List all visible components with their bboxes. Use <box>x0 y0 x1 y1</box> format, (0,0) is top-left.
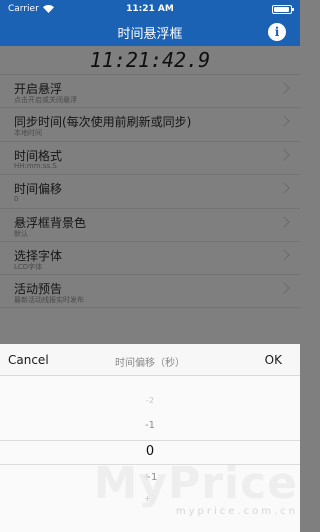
setting-subtitle: 点击开启或关闭悬浮 <box>14 96 77 104</box>
clock-time: 11:21:42.9 <box>89 48 211 72</box>
chevron-right-icon <box>278 282 290 295</box>
chevron-right-icon <box>278 149 290 161</box>
chevron-right-icon <box>278 249 290 261</box>
picker-selected-option[interactable]: 0 <box>0 444 300 459</box>
setting-row-events[interactable]: 活动预告 最新活动线报实时发布 <box>0 274 300 308</box>
setting-row-time-offset[interactable]: 时间偏移 0 <box>0 174 300 207</box>
picker-toolbar: Cancel 时间偏移（秒） OK <box>0 344 300 376</box>
settings-list: 开启悬浮 点击开启或关闭悬浮 同步时间(每次使用前刷新或同步) 本地时间 时间格… <box>0 74 300 308</box>
chevron-right-icon <box>278 82 290 94</box>
selection-divider <box>0 440 300 441</box>
picker-option[interactable]: +2 <box>0 494 300 503</box>
page-title: 时间悬浮框 <box>117 26 183 42</box>
setting-row-float-toggle[interactable]: 开启悬浮 点击开启或关闭悬浮 <box>0 74 300 107</box>
status-bar: Carrier 11:21 AM <box>0 0 300 18</box>
chevron-right-icon <box>278 182 290 194</box>
ok-button[interactable]: OK <box>265 353 282 367</box>
picker-option[interactable]: -1 <box>0 420 300 431</box>
navigation-bar: 时间悬浮框 i <box>0 18 300 46</box>
setting-subtitle: LCD字体 <box>14 262 43 271</box>
selection-divider <box>0 464 300 465</box>
picker-option[interactable]: -2 <box>0 396 300 405</box>
setting-row-sync-time[interactable]: 同步时间(每次使用前刷新或同步) 本地时间 <box>0 107 300 140</box>
info-icon[interactable]: i <box>268 23 286 41</box>
offset-picker-wheel[interactable]: -2 -1 0 +1 +2 <box>0 376 300 532</box>
clock-display: 11:21:42.9 <box>0 46 300 74</box>
setting-subtitle: 默认 <box>14 229 28 238</box>
setting-subtitle: 0 <box>14 195 19 204</box>
status-time: 11:21 AM <box>126 4 174 14</box>
chevron-right-icon <box>278 115 290 128</box>
setting-subtitle: 本地时间 <box>14 129 42 138</box>
setting-subtitle: HH:mm:ss.S <box>14 161 57 170</box>
picker-title: 时间偏移（秒） <box>115 358 185 369</box>
setting-row-font[interactable]: 选择字体 LCD字体 <box>0 240 300 274</box>
setting-row-background-color[interactable]: 悬浮框背景色 默认 <box>0 207 300 241</box>
setting-subtitle: 最新活动线报实时发布 <box>14 296 84 305</box>
setting-row-time-format[interactable]: 时间格式 HH:mm:ss.S <box>0 140 300 174</box>
offset-picker-sheet: Cancel 时间偏移（秒） OK -2 -1 0 +1 +2 <box>0 344 300 532</box>
battery-icon <box>272 4 294 14</box>
picker-option[interactable]: +1 <box>0 472 300 483</box>
chevron-right-icon <box>278 215 290 228</box>
setting-title: 时间偏移 <box>14 182 63 197</box>
